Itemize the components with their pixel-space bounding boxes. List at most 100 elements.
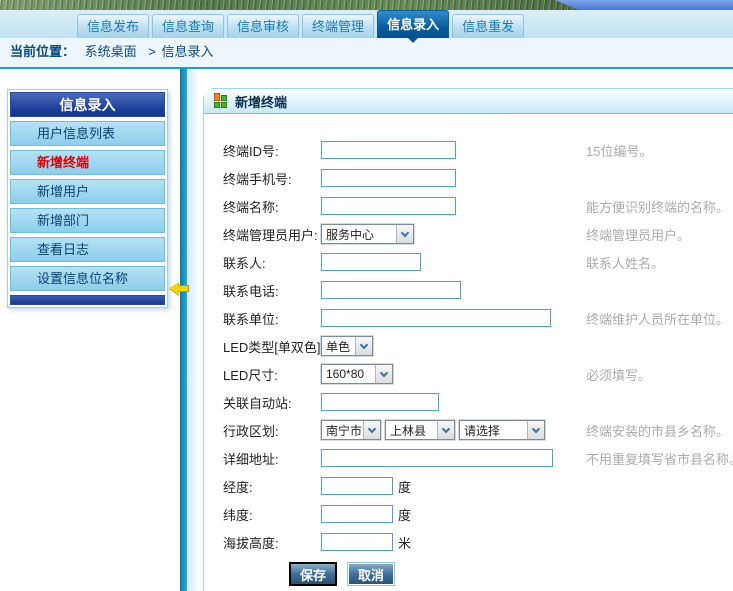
tab-terminal-manage[interactable]: 终端管理: [302, 14, 374, 38]
main-nav-bar: 信息发布信息查询信息审核终端管理信息录入信息重发: [0, 10, 733, 38]
form-row-altitude: 海拔高度: 米: [204, 528, 733, 556]
chevron-down-icon: [527, 421, 544, 439]
page: 信息发布信息查询信息审核终端管理信息录入信息重发 当前位置： 系统桌面 > 信息…: [0, 0, 733, 591]
module-squares-icon: [214, 95, 227, 108]
chevron-down-icon: [396, 225, 413, 243]
banner-sky-wedge: [555, 0, 733, 10]
detailed-address-hint: 不用重复填写省市县名称。: [586, 449, 733, 468]
linked-auto-station-label: 关联自动站:: [223, 393, 321, 412]
tab-info-entry[interactable]: 信息录入: [377, 10, 449, 38]
admin-region-label: 行政区划:: [223, 421, 321, 440]
sidebar-menu: 信息录入 用户信息列表新增终端新增用户新增部门查看日志设置信息位名称: [7, 89, 168, 308]
tab-info-query[interactable]: 信息查询: [152, 14, 224, 38]
sidebar-title: 信息录入: [10, 92, 165, 117]
form-row-contact-person: 联系人: 联系人姓名。: [204, 248, 733, 276]
led-type-label: LED类型[单双色]:: [223, 337, 321, 356]
form-row-admin-region: 行政区划:南宁市上林县请选择 终端安装的市县乡名称。: [204, 416, 733, 444]
contact-person-hint: 联系人姓名。: [586, 253, 664, 272]
form-row-linked-auto-station: 关联自动站:: [204, 388, 733, 416]
latitude-unit-label: 度: [398, 505, 411, 524]
terminal-name-hint: 能方便识别终端的名称。: [586, 197, 729, 216]
latitude-input[interactable]: [321, 505, 393, 523]
sidebar-item-set-info-slot-name[interactable]: 设置信息位名称: [10, 266, 165, 291]
panel-header: 新增终端: [204, 89, 733, 114]
contact-org-input[interactable]: [321, 309, 551, 327]
contact-org-hint: 终端维护人员所在单位。: [586, 309, 729, 328]
breadcrumb-separator: >: [148, 44, 156, 59]
form-row-contact-phone: 联系电话:: [204, 276, 733, 304]
contact-person-label: 联系人:: [223, 253, 321, 272]
detailed-address-input[interactable]: [321, 449, 553, 467]
save-button[interactable]: 保存: [289, 562, 337, 586]
longitude-input[interactable]: [321, 477, 393, 495]
admin-region-city-select[interactable]: 南宁市: [321, 420, 381, 440]
chevron-down-icon: [375, 365, 392, 383]
form-row-led-type: LED类型[单双色]:单色: [204, 332, 733, 360]
breadcrumb: 当前位置： 系统桌面 > 信息录入: [0, 38, 733, 69]
sidebar-item-new-terminal[interactable]: 新增终端: [10, 150, 165, 175]
altitude-unit-label: 米: [398, 533, 411, 552]
new-terminal-form: 终端ID号:15位编号。终端手机号:终端名称:能方便识别终端的名称。终端管理员用…: [204, 114, 733, 556]
detailed-address-label: 详细地址:: [223, 449, 321, 468]
led-size-hint: 必须填写。: [586, 365, 651, 384]
contact-org-label: 联系单位:: [223, 309, 321, 328]
sidebar-item-view-logs[interactable]: 查看日志: [10, 237, 165, 262]
contact-person-input[interactable]: [321, 253, 421, 271]
chevron-down-icon: [437, 421, 454, 439]
sidebar-item-user-info-list[interactable]: 用户信息列表: [10, 121, 165, 146]
sidebar-item-new-user[interactable]: 新增用户: [10, 179, 165, 204]
tab-info-publish[interactable]: 信息发布: [77, 14, 149, 38]
form-row-terminal-admin-user: 终端管理员用户:服务中心 终端管理员用户。: [204, 220, 733, 248]
breadcrumb-link-system-desktop[interactable]: 系统桌面: [85, 44, 137, 59]
terminal-phone-label: 终端手机号:: [223, 169, 321, 188]
linked-auto-station-input[interactable]: [321, 393, 439, 411]
altitude-label: 海拔高度:: [223, 533, 321, 552]
altitude-input[interactable]: [321, 533, 393, 551]
terminal-admin-user-label: 终端管理员用户:: [223, 225, 321, 244]
terminal-id-label: 终端ID号:: [223, 141, 321, 160]
led-size-select[interactable]: 160*80: [321, 364, 393, 384]
admin-region-county-select[interactable]: 上林县: [385, 420, 455, 440]
form-row-longitude: 经度: 度: [204, 472, 733, 500]
tab-info-review[interactable]: 信息审核: [227, 14, 299, 38]
form-row-terminal-id: 终端ID号: 15位编号。: [204, 136, 733, 164]
sidebar-splitter[interactable]: [180, 69, 187, 591]
latitude-label: 纬度:: [223, 505, 321, 524]
form-buttons: 保存 取消: [204, 562, 733, 586]
banner-photo: [0, 0, 733, 10]
chevron-down-icon: [355, 337, 372, 355]
new-terminal-panel: 新增终端 终端ID号:15位编号。终端手机号:终端名称:能方便识别终端的名称。终…: [203, 88, 733, 591]
tab-info-resend[interactable]: 信息重发: [452, 14, 524, 38]
terminal-phone-input[interactable]: [321, 169, 456, 187]
breadcrumb-prefix: 当前位置：: [10, 44, 75, 59]
terminal-admin-user-hint: 终端管理员用户。: [586, 225, 690, 244]
terminal-name-input[interactable]: [321, 197, 456, 215]
breadcrumb-current: 信息录入: [162, 44, 214, 59]
form-row-latitude: 纬度: 度: [204, 500, 733, 528]
terminal-id-hint: 15位编号。: [586, 141, 652, 160]
panel-title: 新增终端: [235, 92, 287, 111]
longitude-label: 经度:: [223, 477, 321, 496]
terminal-name-label: 终端名称:: [223, 197, 321, 216]
admin-region-town-select[interactable]: 请选择: [459, 420, 545, 440]
form-row-terminal-phone: 终端手机号:: [204, 164, 733, 192]
arrow-tail: [178, 285, 189, 292]
form-row-led-size: LED尺寸:160*80 必须填写。: [204, 360, 733, 388]
sidebar-items: 用户信息列表新增终端新增用户新增部门查看日志设置信息位名称: [10, 121, 165, 291]
form-row-terminal-name: 终端名称: 能方便识别终端的名称。: [204, 192, 733, 220]
sidebar-footer-bar: [10, 295, 165, 305]
terminal-id-input[interactable]: [321, 141, 456, 159]
collapse-sidebar-arrow-icon[interactable]: [169, 282, 191, 295]
sidebar-item-new-department[interactable]: 新增部门: [10, 208, 165, 233]
main-nav-tabs: 信息发布信息查询信息审核终端管理信息录入信息重发: [77, 10, 524, 38]
contact-phone-input[interactable]: [321, 281, 461, 299]
led-type-select[interactable]: 单色: [321, 336, 373, 356]
terminal-admin-user-select[interactable]: 服务中心: [321, 224, 414, 244]
chevron-down-icon: [363, 421, 380, 439]
led-size-label: LED尺寸:: [223, 365, 321, 384]
form-row-detailed-address: 详细地址: 不用重复填写省市县名称。: [204, 444, 733, 472]
contact-phone-label: 联系电话:: [223, 281, 321, 300]
admin-region-hint: 终端安装的市县乡名称。: [586, 421, 729, 440]
cancel-button[interactable]: 取消: [347, 562, 395, 586]
longitude-unit-label: 度: [398, 477, 411, 496]
